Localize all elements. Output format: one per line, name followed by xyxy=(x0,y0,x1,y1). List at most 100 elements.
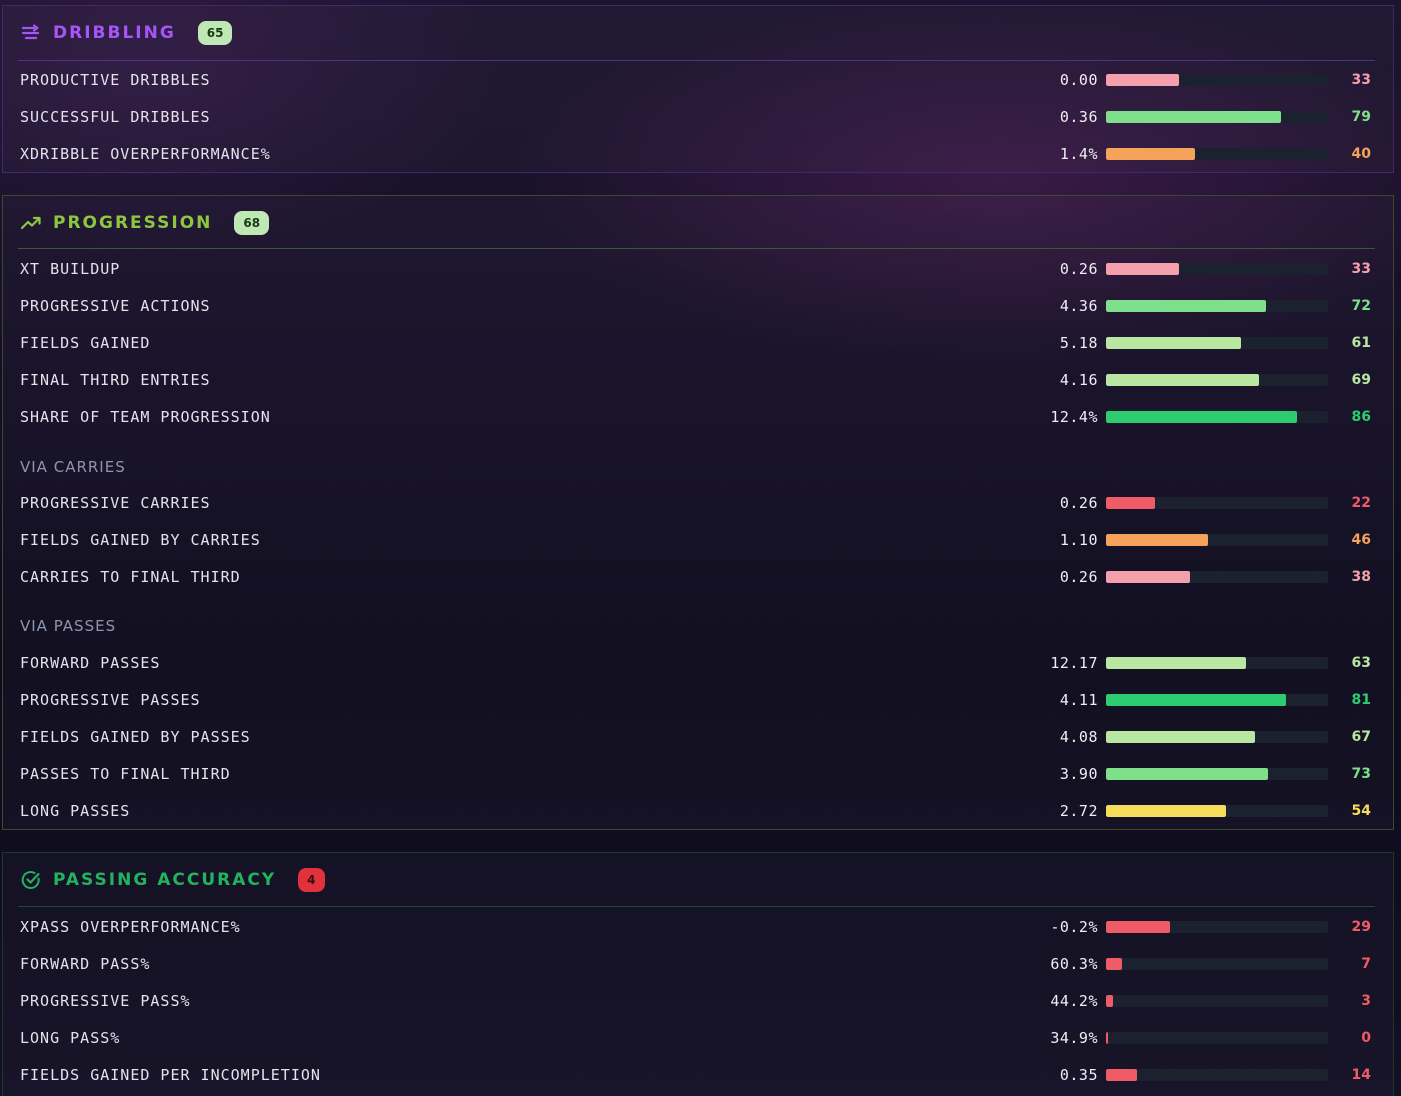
metric-row: FIELDS GAINED 5.18 61 xyxy=(20,332,1380,354)
metric-value: 2.72 xyxy=(1059,802,1098,820)
percentile-bar-fill xyxy=(1106,74,1180,86)
percentile-value: 0 xyxy=(1361,1030,1371,1046)
percentile-bar xyxy=(1106,148,1328,160)
percentile-bar-fill xyxy=(1106,300,1266,312)
percentile-bar xyxy=(1106,534,1328,546)
metric-row: XT BUILDUP 0.26 33 xyxy=(20,258,1380,280)
metric-label: PRODUCTIVE DRIBBLES xyxy=(20,71,211,89)
metric-label: FIELDS GAINED BY CARRIES xyxy=(20,531,261,549)
subhead-via-carries: VIA CARRIES xyxy=(20,458,126,476)
metric-value: 0.36 xyxy=(1059,108,1098,126)
progression-score-badge: 68 xyxy=(234,211,270,235)
progression-divider xyxy=(18,248,1375,249)
percentile-bar xyxy=(1106,768,1328,780)
percentile-value: 38 xyxy=(1351,569,1371,585)
metric-row: LONG PASSES 2.72 54 xyxy=(20,800,1380,822)
percentile-bar xyxy=(1106,571,1328,583)
metric-row: SUCCESSFUL DRIBBLES 0.36 79 xyxy=(20,106,1380,128)
metric-label: XDRIBBLE OVERPERFORMANCE% xyxy=(20,145,271,163)
arrows-icon xyxy=(20,22,42,44)
percentile-bar xyxy=(1106,497,1328,509)
metric-row: SHARE OF TEAM PROGRESSION 12.4% 86 xyxy=(20,406,1380,428)
metric-value: 4.36 xyxy=(1059,297,1098,315)
dribbling-score-badge: 65 xyxy=(197,21,233,45)
percentile-bar-fill xyxy=(1106,263,1180,275)
metric-row: FORWARD PASS% 60.3% 7 xyxy=(20,953,1380,975)
percentile-value: 54 xyxy=(1351,803,1371,819)
progression-section: PROGRESSION 68 XT BUILDUP 0.26 33 PROGRESSI… xyxy=(2,195,1394,830)
metric-value: 4.08 xyxy=(1059,728,1098,746)
metric-label: FIELDS GAINED BY PASSES xyxy=(20,728,251,746)
percentile-value: 33 xyxy=(1351,72,1371,88)
percentile-bar-fill xyxy=(1106,374,1260,386)
percentile-bar xyxy=(1106,921,1328,933)
metric-value: 12.17 xyxy=(1050,654,1098,672)
passing-header: PASSING ACCURACY 4 xyxy=(20,853,325,907)
percentile-value: 14 xyxy=(1351,1067,1371,1083)
metric-value: 1.4% xyxy=(1059,145,1098,163)
metric-value: 60.3% xyxy=(1050,955,1098,973)
percentile-bar-fill xyxy=(1106,497,1155,509)
percentile-value: 81 xyxy=(1351,692,1371,708)
percentile-bar-fill xyxy=(1106,411,1297,423)
percentile-bar xyxy=(1106,1032,1328,1044)
metric-row: XPASS OVERPERFORMANCE% -0.2% 29 xyxy=(20,916,1380,938)
metric-row: PASSES TO FINAL THIRD 3.90 73 xyxy=(20,763,1380,785)
percentile-value: 22 xyxy=(1351,495,1371,511)
metric-row: XDRIBBLE OVERPERFORMANCE% 1.4% 40 xyxy=(20,143,1380,165)
percentile-bar-fill xyxy=(1106,111,1282,123)
passing-title: PASSING ACCURACY xyxy=(53,870,277,890)
metric-row: FIELDS GAINED BY PASSES 4.08 67 xyxy=(20,726,1380,748)
percentile-bar xyxy=(1106,300,1328,312)
dribbling-title: DRIBBLING xyxy=(53,23,176,43)
metric-value: 0.26 xyxy=(1059,260,1098,278)
percentile-bar-fill xyxy=(1106,768,1269,780)
metric-label: PROGRESSIVE PASSES xyxy=(20,691,201,709)
percentile-bar-fill xyxy=(1106,921,1171,933)
metric-row: PROGRESSIVE PASSES 4.11 81 xyxy=(20,689,1380,711)
progression-title: PROGRESSION xyxy=(53,213,213,233)
metric-label: SHARE OF TEAM PROGRESSION xyxy=(20,408,271,426)
percentile-bar xyxy=(1106,657,1328,669)
metric-value: -0.2% xyxy=(1050,918,1098,936)
metric-value: 12.4% xyxy=(1050,408,1098,426)
metric-label: LONG PASS% xyxy=(20,1029,121,1047)
percentile-bar xyxy=(1106,1069,1328,1081)
percentile-bar-fill xyxy=(1106,1069,1138,1081)
percentile-bar xyxy=(1106,411,1328,423)
metric-row: FIELDS GAINED BY CARRIES 1.10 46 xyxy=(20,529,1380,551)
metric-label: XT BUILDUP xyxy=(20,260,121,278)
percentile-value: 61 xyxy=(1351,335,1371,351)
percentile-value: 7 xyxy=(1361,956,1371,972)
metric-label: FORWARD PASSES xyxy=(20,654,161,672)
percentile-bar-fill xyxy=(1106,958,1122,970)
percentile-value: 69 xyxy=(1351,372,1371,388)
percentile-bar xyxy=(1106,74,1328,86)
metric-value: 0.26 xyxy=(1059,568,1098,586)
metric-label: PASSES TO FINAL THIRD xyxy=(20,765,231,783)
percentile-value: 67 xyxy=(1351,729,1371,745)
percentile-value: 33 xyxy=(1351,261,1371,277)
percentile-value: 40 xyxy=(1351,146,1371,162)
subhead-via-passes: VIA PASSES xyxy=(20,617,117,635)
metric-row: PROGRESSIVE PASS% 44.2% 3 xyxy=(20,990,1380,1012)
progression-header: PROGRESSION 68 xyxy=(20,196,270,250)
metric-label: PROGRESSIVE ACTIONS xyxy=(20,297,211,315)
percentile-value: 63 xyxy=(1351,655,1371,671)
metric-row: PROGRESSIVE ACTIONS 4.36 72 xyxy=(20,295,1380,317)
dribbling-header: DRIBBLING 65 xyxy=(20,6,233,60)
percentile-bar xyxy=(1106,111,1328,123)
percentile-bar-fill xyxy=(1106,995,1113,1007)
percentile-value: 86 xyxy=(1351,409,1371,425)
metric-value: 34.9% xyxy=(1050,1029,1098,1047)
percentile-value: 73 xyxy=(1351,766,1371,782)
percentile-value: 79 xyxy=(1351,109,1371,125)
percentile-bar-fill xyxy=(1106,731,1255,743)
percentile-bar-fill xyxy=(1106,805,1226,817)
percentile-value: 46 xyxy=(1351,532,1371,548)
metric-row: CARRIES TO FINAL THIRD 0.26 38 xyxy=(20,566,1380,588)
percentile-bar xyxy=(1106,805,1328,817)
metric-value: 3.90 xyxy=(1059,765,1098,783)
percentile-bar xyxy=(1106,995,1328,1007)
metric-label: PROGRESSIVE CARRIES xyxy=(20,494,211,512)
